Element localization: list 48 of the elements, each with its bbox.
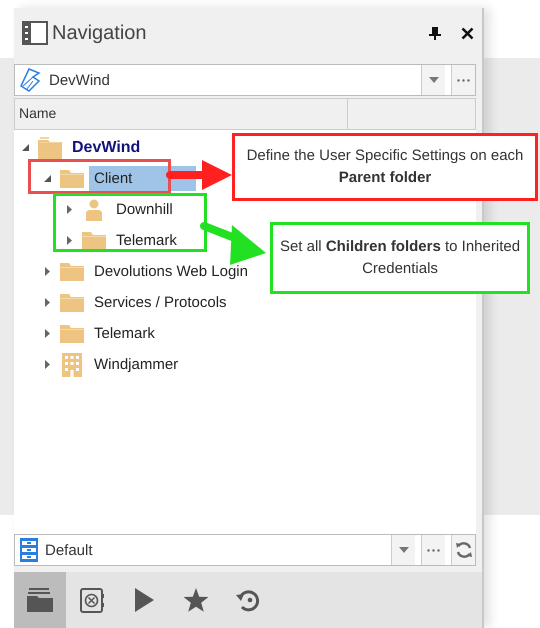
data-source-dropdown[interactable]: DevWind — [14, 64, 476, 96]
tree-item[interactable]: Devolutions Web Login — [89, 259, 253, 284]
tree-item[interactable]: Telemark — [111, 228, 182, 253]
caret-icon — [428, 77, 438, 83]
tree-item[interactable]: Telemark — [89, 321, 160, 346]
ellipsis-icon — [427, 548, 440, 552]
expand-icon[interactable] — [44, 298, 52, 307]
cabinet-icon — [19, 538, 39, 562]
history-icon — [235, 588, 261, 612]
panel-icon — [22, 21, 48, 45]
folder-icon — [59, 324, 85, 344]
expand-icon[interactable] — [44, 360, 52, 369]
folder-stack-icon — [37, 136, 63, 160]
caret-icon — [398, 547, 408, 553]
collapse-icon[interactable] — [44, 174, 52, 183]
toolbar-button[interactable] — [14, 572, 66, 628]
play-icon — [134, 588, 154, 612]
dropdown-arrow-button[interactable] — [421, 65, 445, 95]
folder-icon — [59, 168, 85, 188]
tree-item[interactable]: Downhill — [111, 197, 178, 222]
arrow — [166, 160, 232, 190]
refresh-icon — [454, 541, 472, 559]
tree-item[interactable]: DevWind — [67, 134, 146, 160]
star-icon — [183, 588, 209, 612]
folders-icon — [27, 588, 53, 612]
folder-icon — [59, 292, 85, 312]
expand-icon[interactable] — [44, 267, 52, 276]
tree-item[interactable]: Windjammer — [89, 352, 184, 377]
vault-name: Default — [45, 542, 94, 558]
expand-icon[interactable] — [66, 236, 74, 245]
pin-icon[interactable] — [429, 26, 441, 40]
expand-icon[interactable] — [44, 329, 52, 338]
folder-icon — [81, 230, 107, 250]
ellipsis-icon — [457, 78, 470, 82]
vault-dropdown[interactable]: Default — [14, 534, 476, 566]
refresh-button[interactable] — [451, 535, 475, 565]
panel-title: Navigation — [52, 22, 148, 44]
callout-text: Define the User Specific Settings on each Parent folder — [232, 133, 538, 201]
building-icon — [59, 352, 85, 376]
folder-icon — [59, 262, 85, 282]
tree-item[interactable]: Services / Protocols — [89, 290, 232, 315]
dropdown-arrow-button[interactable] — [391, 535, 415, 565]
collapse-icon[interactable] — [22, 143, 30, 152]
close-icon[interactable] — [461, 26, 474, 40]
expand-icon[interactable] — [66, 205, 74, 214]
data-source-name: DevWind — [49, 72, 111, 88]
safe-icon — [80, 588, 104, 612]
callout-text: Set all Children folders to Inherited Credentials — [270, 222, 530, 294]
